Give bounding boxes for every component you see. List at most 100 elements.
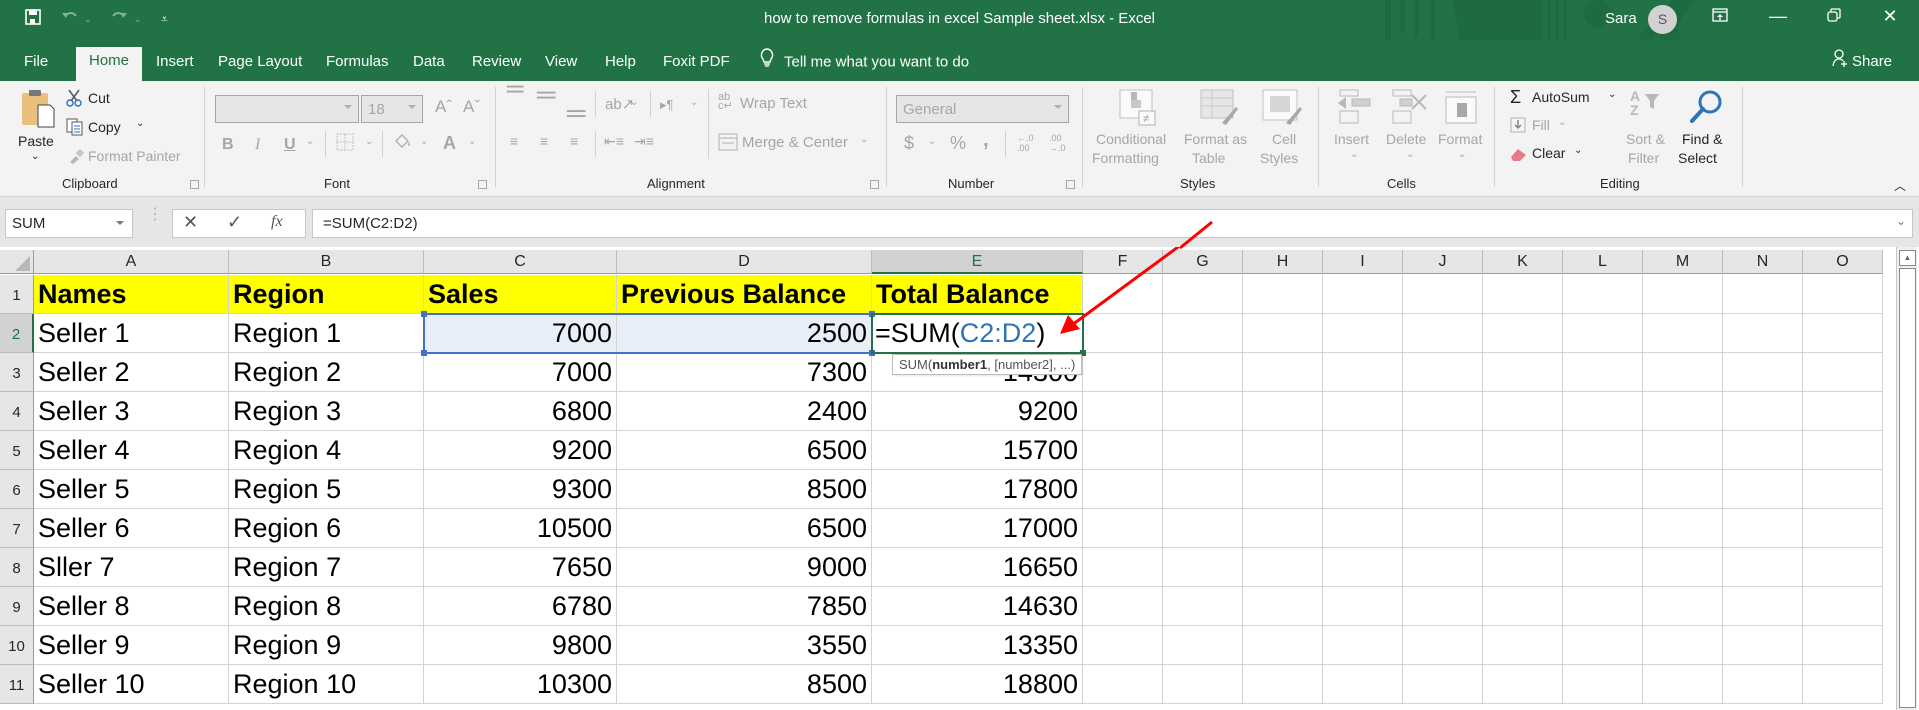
cell-f3[interactable] — [1083, 353, 1163, 392]
row-header-10[interactable]: 10 — [0, 626, 34, 665]
decrease-indent-icon[interactable]: ⇤≡ — [604, 133, 624, 150]
delete-cells-button[interactable]: Delete ⌄ — [1384, 89, 1436, 171]
text-direction-dropdown-icon[interactable]: ⌄ — [690, 97, 698, 108]
ribbon-display-options-icon[interactable] — [1700, 6, 1740, 27]
column-header-d[interactable]: D — [617, 250, 872, 274]
resize-grip-icon[interactable]: ⋮ — [147, 207, 163, 223]
cell-i1[interactable] — [1323, 275, 1403, 314]
restore-icon[interactable] — [1814, 6, 1854, 27]
cell-a10[interactable]: Seller 9 — [34, 626, 229, 665]
tab-review[interactable]: Review — [460, 48, 533, 81]
cut-button[interactable]: Cut — [66, 89, 146, 109]
cell-b2[interactable]: Region 1 — [229, 314, 424, 353]
fill-button[interactable]: Fill ⌄ — [1510, 117, 1590, 139]
cell-k1[interactable] — [1483, 275, 1563, 314]
cell-e6[interactable]: 17800 — [872, 470, 1083, 509]
font-name-select[interactable] — [215, 95, 359, 123]
cell-d8[interactable]: 9000 — [617, 548, 872, 587]
cell-o8[interactable] — [1803, 548, 1883, 587]
cell-i11[interactable] — [1323, 665, 1403, 704]
cell-h1[interactable] — [1243, 275, 1323, 314]
cell-f7[interactable] — [1083, 509, 1163, 548]
middle-align-icon[interactable]: ▔▔ ▔▔ — [537, 93, 555, 110]
cell-f9[interactable] — [1083, 587, 1163, 626]
range-resize-handle[interactable] — [421, 311, 427, 317]
cell-k4[interactable] — [1483, 392, 1563, 431]
conditional-formatting-button[interactable]: ≠ Conditional Formatting — [1092, 89, 1176, 171]
confirm-entry-button[interactable]: ✓ — [227, 212, 242, 233]
tab-view[interactable]: View — [533, 48, 589, 81]
cell-e7[interactable]: 17000 — [872, 509, 1083, 548]
select-all-button[interactable] — [0, 250, 34, 274]
cell-l5[interactable] — [1563, 431, 1643, 470]
cell-a1[interactable]: Names — [34, 275, 229, 314]
fill-color-dropdown-icon[interactable]: ⌄ — [420, 136, 428, 147]
cell-h4[interactable] — [1243, 392, 1323, 431]
format-painter-button[interactable]: Format Painter — [66, 147, 196, 167]
cell-n8[interactable] — [1723, 548, 1803, 587]
find-select-button[interactable]: Find & Select — [1678, 89, 1736, 171]
cell-o5[interactable] — [1803, 431, 1883, 470]
cell-i4[interactable] — [1323, 392, 1403, 431]
column-header-f[interactable]: F — [1083, 250, 1163, 274]
cell-n5[interactable] — [1723, 431, 1803, 470]
cell-a4[interactable]: Seller 3 — [34, 392, 229, 431]
font-size-select[interactable]: 18 — [361, 95, 423, 123]
cell-g9[interactable] — [1163, 587, 1243, 626]
cell-k11[interactable] — [1483, 665, 1563, 704]
cell-c5[interactable]: 9200 — [424, 431, 617, 470]
tab-data[interactable]: Data — [401, 48, 457, 81]
cell-d6[interactable]: 8500 — [617, 470, 872, 509]
decrease-font-size-icon[interactable]: Aˇ — [463, 97, 480, 117]
text-direction-icon[interactable]: ▸¶ — [660, 97, 674, 113]
cell-n1[interactable] — [1723, 275, 1803, 314]
cell-j6[interactable] — [1403, 470, 1483, 509]
cell-n11[interactable] — [1723, 665, 1803, 704]
column-header-g[interactable]: G — [1163, 250, 1243, 274]
cell-e10[interactable]: 13350 — [872, 626, 1083, 665]
cell-m9[interactable] — [1643, 587, 1723, 626]
font-color-button[interactable]: A — [443, 133, 456, 154]
column-header-m[interactable]: M — [1643, 250, 1723, 274]
column-header-n[interactable]: N — [1723, 250, 1803, 274]
cell-m7[interactable] — [1643, 509, 1723, 548]
cell-c11[interactable]: 10300 — [424, 665, 617, 704]
cell-o4[interactable] — [1803, 392, 1883, 431]
copy-button[interactable]: Copy ⌄ — [66, 118, 156, 138]
cell-m5[interactable] — [1643, 431, 1723, 470]
top-align-icon[interactable]: ▔▔ ▔▔ — [507, 87, 524, 104]
cell-a2[interactable]: Seller 1 — [34, 314, 229, 353]
cell-i7[interactable] — [1323, 509, 1403, 548]
row-header-11[interactable]: 11 — [0, 665, 34, 704]
scroll-up-button[interactable]: ▲ — [1899, 250, 1916, 266]
cell-l3[interactable] — [1563, 353, 1643, 392]
cell-i5[interactable] — [1323, 431, 1403, 470]
cell-i6[interactable] — [1323, 470, 1403, 509]
close-icon[interactable]: ✕ — [1870, 6, 1910, 27]
cell-j8[interactable] — [1403, 548, 1483, 587]
borders-dropdown-icon[interactable]: ⌄ — [365, 136, 373, 147]
tab-file[interactable]: File — [12, 48, 60, 81]
cell-k9[interactable] — [1483, 587, 1563, 626]
cell-c7[interactable]: 10500 — [424, 509, 617, 548]
cell-a9[interactable]: Seller 8 — [34, 587, 229, 626]
cell-n4[interactable] — [1723, 392, 1803, 431]
italic-button[interactable]: I — [255, 136, 260, 154]
cell-o10[interactable] — [1803, 626, 1883, 665]
vertical-scrollbar[interactable]: ▲ — [1896, 247, 1917, 710]
cell-h10[interactable] — [1243, 626, 1323, 665]
cell-g6[interactable] — [1163, 470, 1243, 509]
cell-o2[interactable] — [1803, 314, 1883, 353]
cell-o9[interactable] — [1803, 587, 1883, 626]
number-dialog-launcher-icon[interactable] — [1066, 180, 1075, 189]
cell-j3[interactable] — [1403, 353, 1483, 392]
tell-me-search[interactable]: Tell me what you want to do — [748, 48, 981, 81]
cell-c2[interactable]: 7000 — [424, 314, 617, 353]
column-header-b[interactable]: B — [229, 250, 424, 274]
cell-f6[interactable] — [1083, 470, 1163, 509]
cell-j9[interactable] — [1403, 587, 1483, 626]
percent-button[interactable]: % — [950, 133, 966, 154]
column-header-h[interactable]: H — [1243, 250, 1323, 274]
cell-k2[interactable] — [1483, 314, 1563, 353]
cell-e1[interactable]: Total Balance — [872, 275, 1083, 314]
